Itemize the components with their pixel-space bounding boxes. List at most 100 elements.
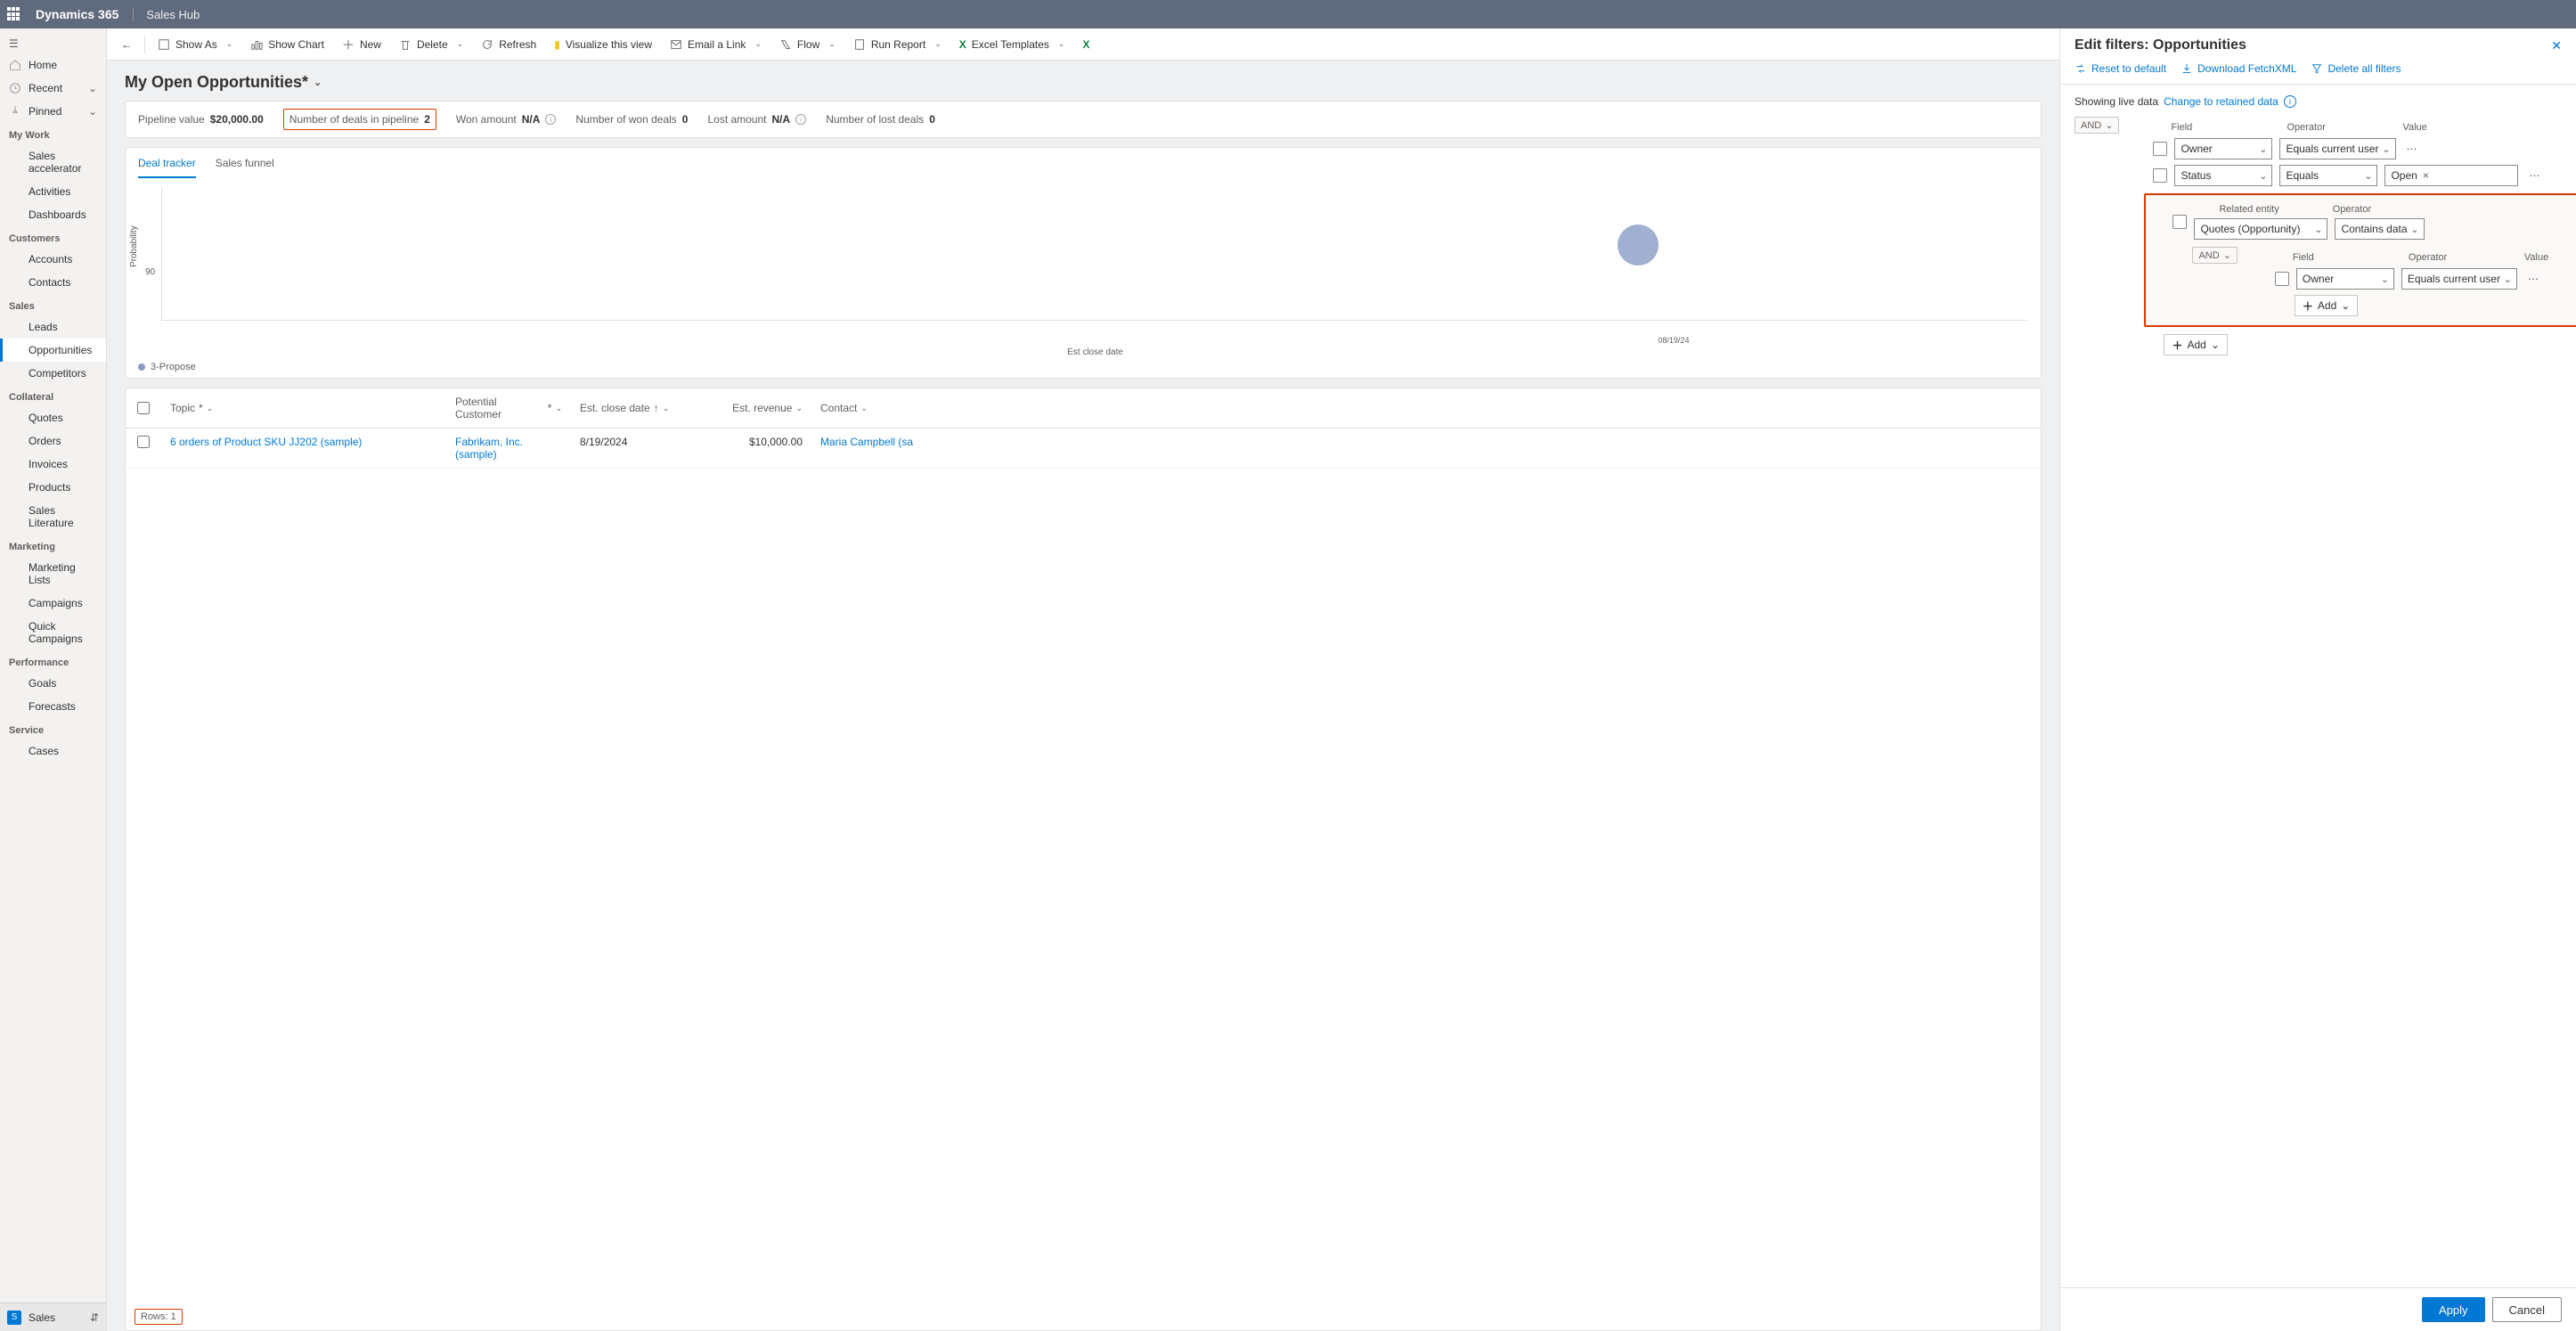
filter-row-2: Status Equals Open× ⋯ (2153, 165, 2576, 186)
tab-deal-tracker[interactable]: Deal tracker (138, 157, 196, 178)
nav-goals[interactable]: Goals (0, 672, 106, 695)
reset-button[interactable]: Reset to default (2075, 62, 2166, 75)
metric-pipeline: Pipeline value$20,000.00 (138, 113, 264, 126)
nav-products[interactable]: Products (0, 476, 106, 499)
operator-select[interactable]: Equals (2279, 165, 2377, 186)
nav-sales-accelerator[interactable]: Sales accelerator (0, 144, 106, 180)
tab-sales-funnel[interactable]: Sales funnel (216, 157, 274, 178)
operator-select[interactable]: Equals current user (2279, 138, 2395, 159)
delete-button[interactable]: Delete⌄ (392, 35, 470, 54)
email-link-button[interactable]: Email a Link⌄ (663, 35, 769, 54)
nav-forecasts[interactable]: Forecasts (0, 695, 106, 718)
area-switcher[interactable]: S Sales ⇵ (0, 1302, 106, 1331)
row-checkbox[interactable] (2275, 272, 2289, 286)
field-select[interactable]: Owner (2174, 138, 2272, 159)
nav-leads[interactable]: Leads (0, 315, 106, 339)
header-checkbox[interactable] (126, 388, 161, 428)
nav-label: Home (29, 59, 57, 71)
nested-group-operator[interactable]: AND⌄ (2192, 247, 2237, 264)
col-revenue[interactable]: Est. revenue⌄ (696, 388, 811, 428)
show-chart-button[interactable]: Show Chart (243, 35, 331, 54)
col-topic[interactable]: Topic*⌄ (161, 388, 446, 428)
legend-dot-icon (138, 363, 145, 371)
info-icon[interactable]: i (545, 114, 556, 125)
nav-orders[interactable]: Orders (0, 429, 106, 453)
metric-lost-amount: Lost amountN/Ai (707, 113, 806, 126)
value-input[interactable]: Open× (2384, 165, 2518, 186)
chart-bubble[interactable] (1618, 225, 1659, 265)
flow-button[interactable]: Flow⌄ (772, 35, 843, 54)
info-icon[interactable]: i (795, 114, 806, 125)
apply-button[interactable]: Apply (2422, 1297, 2485, 1322)
refresh-button[interactable]: Refresh (474, 35, 543, 54)
nav-pinned[interactable]: Pinned⌄ (0, 100, 106, 123)
visualize-button[interactable]: ▮Visualize this view (547, 35, 659, 54)
field-select[interactable]: Owner (2296, 268, 2394, 290)
retained-data-link[interactable]: Change to retained data (2164, 95, 2278, 108)
excel-extra-button[interactable]: X (1075, 35, 1096, 54)
section-service: Service (0, 718, 106, 739)
run-report-button[interactable]: Run Report⌄ (846, 35, 949, 54)
add-button[interactable]: ＋Add⌄ (2164, 334, 2227, 355)
nav-marketing-lists[interactable]: Marketing Lists (0, 556, 106, 592)
customer-link[interactable]: Fabrikam, Inc. (sample) (455, 436, 523, 461)
nav-cases[interactable]: Cases (0, 739, 106, 763)
row-checkbox[interactable] (2153, 142, 2167, 156)
download-fetchxml-button[interactable]: Download FetchXML (2181, 62, 2296, 75)
nav-campaigns[interactable]: Campaigns (0, 592, 106, 615)
nav-activities[interactable]: Activities (0, 180, 106, 203)
nav-home[interactable]: Home (0, 53, 106, 77)
close-icon[interactable]: ✕ (2551, 38, 2562, 53)
contact-link[interactable]: Maria Campbell (sa (820, 436, 913, 448)
topic-link[interactable]: 6 orders of Product SKU JJ202 (sample) (170, 436, 362, 448)
excel-templates-button[interactable]: XExcel Templates⌄ (952, 35, 1072, 54)
delete-all-filters-button[interactable]: Delete all filters (2311, 62, 2401, 75)
panel-title: Edit filters: Opportunities (2075, 37, 2246, 53)
col-customer[interactable]: Potential Customer*⌄ (446, 388, 571, 428)
nav-invoices[interactable]: Invoices (0, 453, 106, 476)
row-checkbox[interactable] (137, 436, 150, 448)
section-marketing: Marketing (0, 535, 106, 556)
filter-col-headers: FieldOperatorValue (2171, 122, 2576, 133)
grid-footer: Rows: 1 (126, 1303, 2041, 1330)
more-icon[interactable]: ⋯ (2524, 273, 2542, 285)
more-icon[interactable]: ⋯ (2403, 143, 2421, 155)
operator-select[interactable]: Equals current user (2401, 268, 2517, 290)
nav-sales-literature[interactable]: Sales Literature (0, 499, 106, 535)
more-icon[interactable]: ⋯ (2525, 169, 2543, 182)
menu-toggle-icon[interactable]: ☰ (0, 34, 106, 53)
related-op-select[interactable]: Contains data (2335, 218, 2424, 240)
filter-panel: Edit filters: Opportunities ✕ Reset to d… (2059, 29, 2576, 1331)
row-checkbox[interactable] (2153, 168, 2167, 183)
app-launcher-icon[interactable] (7, 7, 21, 21)
view-title[interactable]: My Open Opportunities* ⌄ (125, 73, 2042, 92)
related-entity-select[interactable]: Quotes (Opportunity) (2194, 218, 2327, 240)
new-button[interactable]: New (335, 35, 388, 54)
row-checkbox[interactable] (2172, 215, 2187, 229)
close-cell: 8/19/2024 (571, 429, 696, 468)
back-button[interactable]: ← (114, 35, 139, 54)
updown-icon: ⇵ (90, 1311, 99, 1324)
nav-contacts[interactable]: Contacts (0, 271, 106, 294)
nav-quick-campaigns[interactable]: Quick Campaigns (0, 615, 106, 650)
nav-dashboards[interactable]: Dashboards (0, 203, 106, 226)
chart-tabs: Deal tracker Sales funnel (125, 147, 2042, 178)
nested-add-button[interactable]: ＋Add⌄ (2295, 295, 2358, 316)
cancel-button[interactable]: Cancel (2492, 1297, 2562, 1322)
nav-quotes[interactable]: Quotes (0, 406, 106, 429)
remove-tag-icon[interactable]: × (2423, 169, 2429, 182)
nav-recent[interactable]: Recent⌄ (0, 77, 106, 100)
table-row[interactable]: 6 orders of Product SKU JJ202 (sample) F… (126, 429, 2041, 469)
nav-opportunities[interactable]: Opportunities (0, 339, 106, 362)
field-select[interactable]: Status (2174, 165, 2272, 186)
area-letter: S (7, 1311, 21, 1325)
info-icon[interactable]: i (2284, 95, 2296, 108)
metrics-bar: Pipeline value$20,000.00 Number of deals… (125, 101, 2042, 138)
show-as-button[interactable]: Show As⌄ (151, 35, 240, 54)
nav-accounts[interactable]: Accounts (0, 248, 106, 271)
nav-competitors[interactable]: Competitors (0, 362, 106, 385)
group-operator[interactable]: AND⌄ (2075, 117, 2119, 134)
col-contact[interactable]: Contact⌄ (811, 388, 2041, 428)
grid-header: Topic*⌄ Potential Customer*⌄ Est. close … (126, 388, 2041, 429)
col-close[interactable]: Est. close date↑⌄ (571, 388, 696, 428)
